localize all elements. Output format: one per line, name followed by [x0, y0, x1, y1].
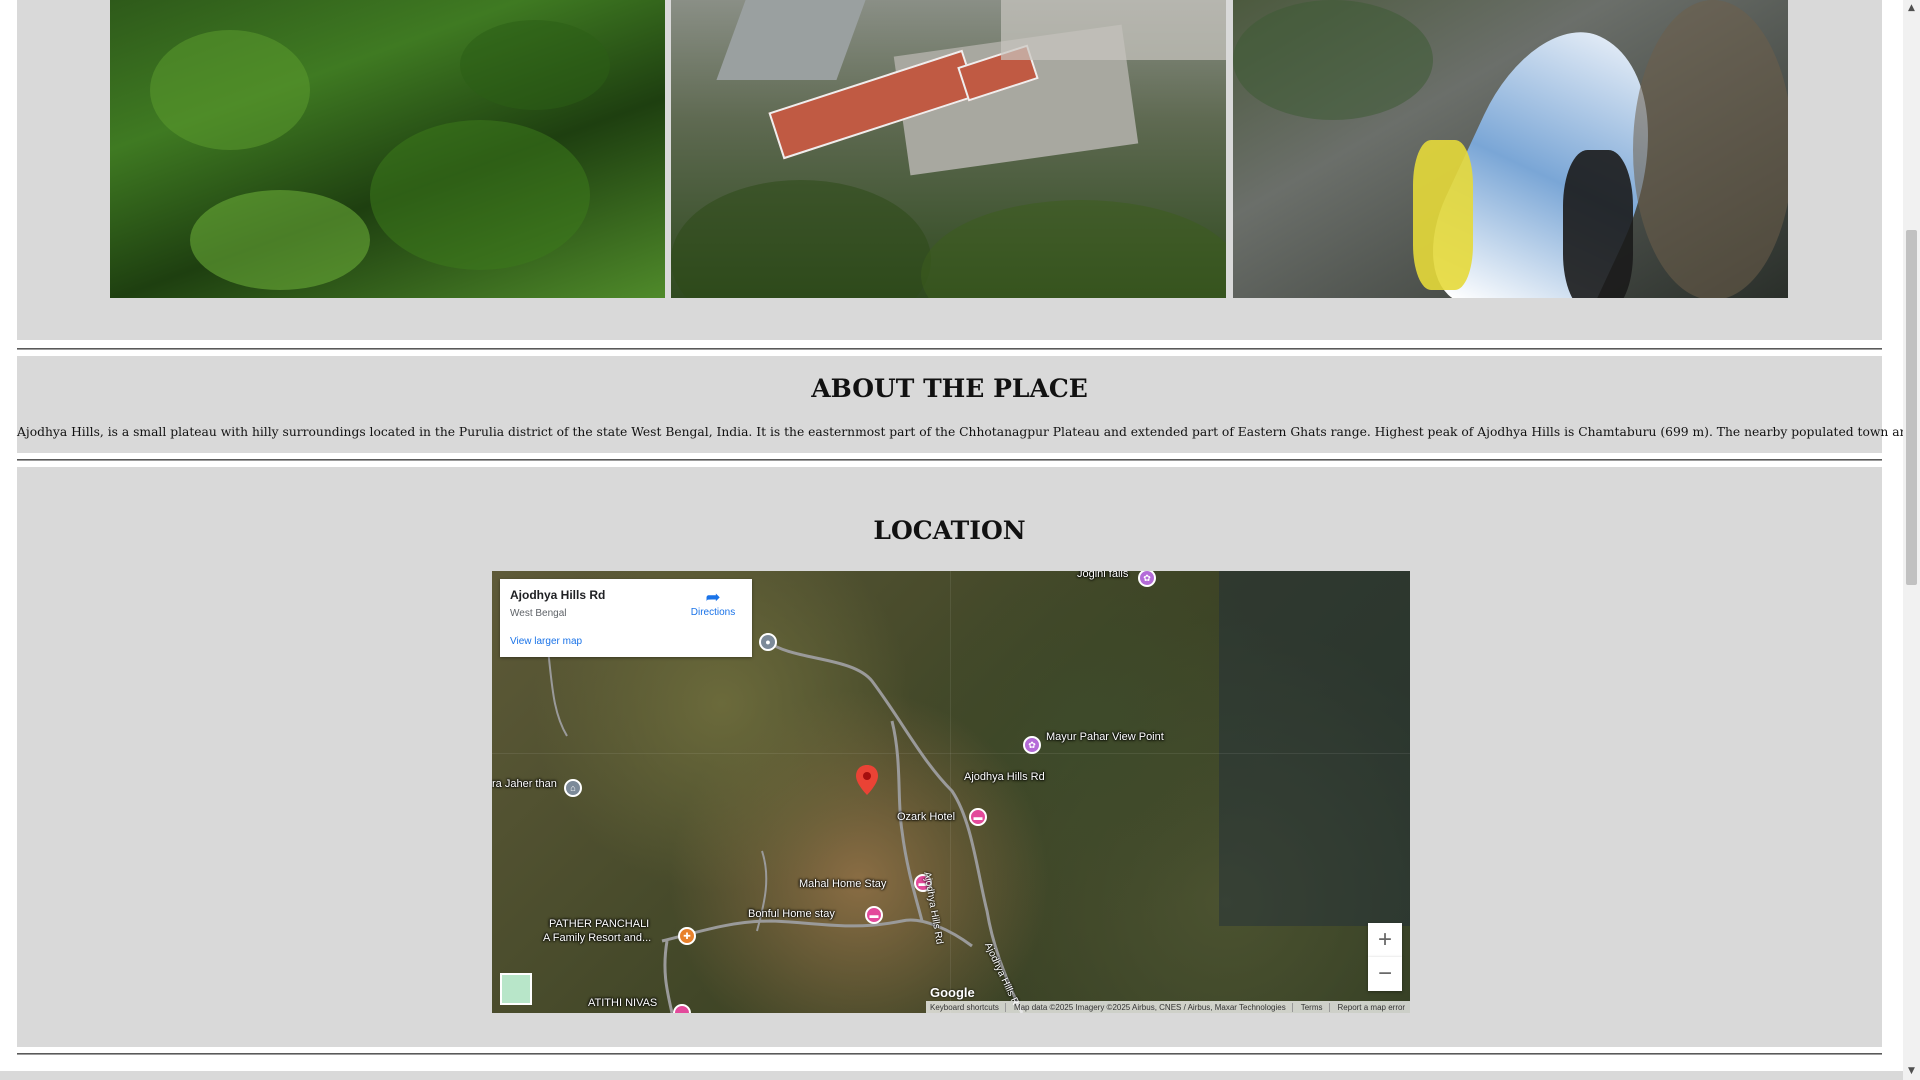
photo-gallery — [17, 0, 1882, 340]
map-pin-label: Ajodhya Hills Rd — [964, 771, 1045, 783]
waterfall-photo — [1233, 0, 1788, 298]
divider — [17, 459, 1882, 461]
directions-button[interactable]: ➦ Directions — [688, 587, 738, 618]
divider — [17, 348, 1882, 350]
embedded-map[interactable]: Ajodhya Hills Rd West Bengal View larger… — [492, 571, 1410, 1013]
location-section: LOCATION Ajodhya Hills Rd West Bengal Vi… — [17, 467, 1882, 1047]
hotel-poi-icon[interactable]: ▬ — [865, 906, 883, 924]
map-info-card: Ajodhya Hills Rd West Bengal View larger… — [500, 579, 752, 657]
scroll-up-icon[interactable]: ▲ — [1903, 0, 1920, 17]
map-place-region: West Bengal — [510, 608, 567, 619]
jaher-than-label: ra Jaher than — [492, 778, 557, 790]
view-larger-map-link[interactable]: View larger map — [510, 636, 582, 647]
scrollbar-thumb[interactable] — [1906, 230, 1917, 585]
location-heading: LOCATION — [873, 516, 1026, 545]
page-scrollbar[interactable]: ▲ ▼ — [1903, 0, 1920, 1080]
map-pin-icon[interactable] — [856, 765, 878, 800]
temple-poi-icon[interactable]: ⌂ — [564, 779, 582, 797]
atithi-nivas-label: ATITHI NIVAS — [588, 997, 658, 1009]
pather-panchali-sublabel: A Family Resort and... — [543, 932, 652, 944]
map-place-name: Ajodhya Hills Rd — [510, 588, 606, 602]
mayur-pahar-label: Mayur Pahar View Point — [1046, 731, 1164, 743]
page: ABOUT THE PLACE Ajodhya Hills, is a smal… — [17, 0, 1920, 1061]
google-logo: Google — [930, 985, 975, 1000]
jogini-falls-label: Jogini falls — [1077, 571, 1129, 580]
map-attribution-bar: Keyboard shortcuts Map data ©2025 Imager… — [926, 1001, 1410, 1013]
directions-icon: ➦ — [705, 587, 721, 607]
hotel-poi-icon[interactable]: ▬ — [969, 808, 987, 826]
scroll-down-icon[interactable]: ▼ — [1903, 1063, 1920, 1080]
directions-label: Directions — [690, 607, 736, 618]
terms-link[interactable]: Terms — [1301, 1002, 1330, 1012]
green-hills-photo — [110, 0, 665, 298]
map-location-icon[interactable]: ● — [759, 633, 777, 651]
about-text: Ajodhya Hills, is a small plateau with h… — [17, 425, 1920, 439]
keyboard-shortcuts-link[interactable]: Keyboard shortcuts — [930, 1002, 1006, 1012]
viewpoint-poi-icon[interactable]: ✿ — [1023, 736, 1041, 754]
zoom-in-button[interactable]: + — [1368, 923, 1402, 957]
pather-panchali-label: PATHER PANCHALI — [549, 918, 650, 930]
restaurant-poi-icon[interactable]: ✚ — [678, 927, 696, 945]
about-section: ABOUT THE PLACE Ajodhya Hills, is a smal… — [17, 356, 1920, 453]
map-type-toggle[interactable] — [500, 973, 532, 1005]
ozark-hotel-label: Ozark Hotel — [897, 811, 956, 823]
mahal-home-label: Mahal Home Stay — [799, 878, 887, 890]
report-error-link[interactable]: Report a map error — [1338, 1003, 1410, 1012]
dam-building-photo — [671, 0, 1226, 298]
divider — [17, 1053, 1882, 1055]
next-section-edge — [0, 1071, 1920, 1080]
map-data-text: Map data ©2025 Imagery ©2025 Airbus, CNE… — [1014, 1002, 1293, 1012]
about-heading: ABOUT THE PLACE — [811, 374, 1088, 403]
zoom-out-button[interactable]: − — [1368, 957, 1402, 991]
bonful-home-label: Bonful Home stay — [748, 908, 835, 920]
